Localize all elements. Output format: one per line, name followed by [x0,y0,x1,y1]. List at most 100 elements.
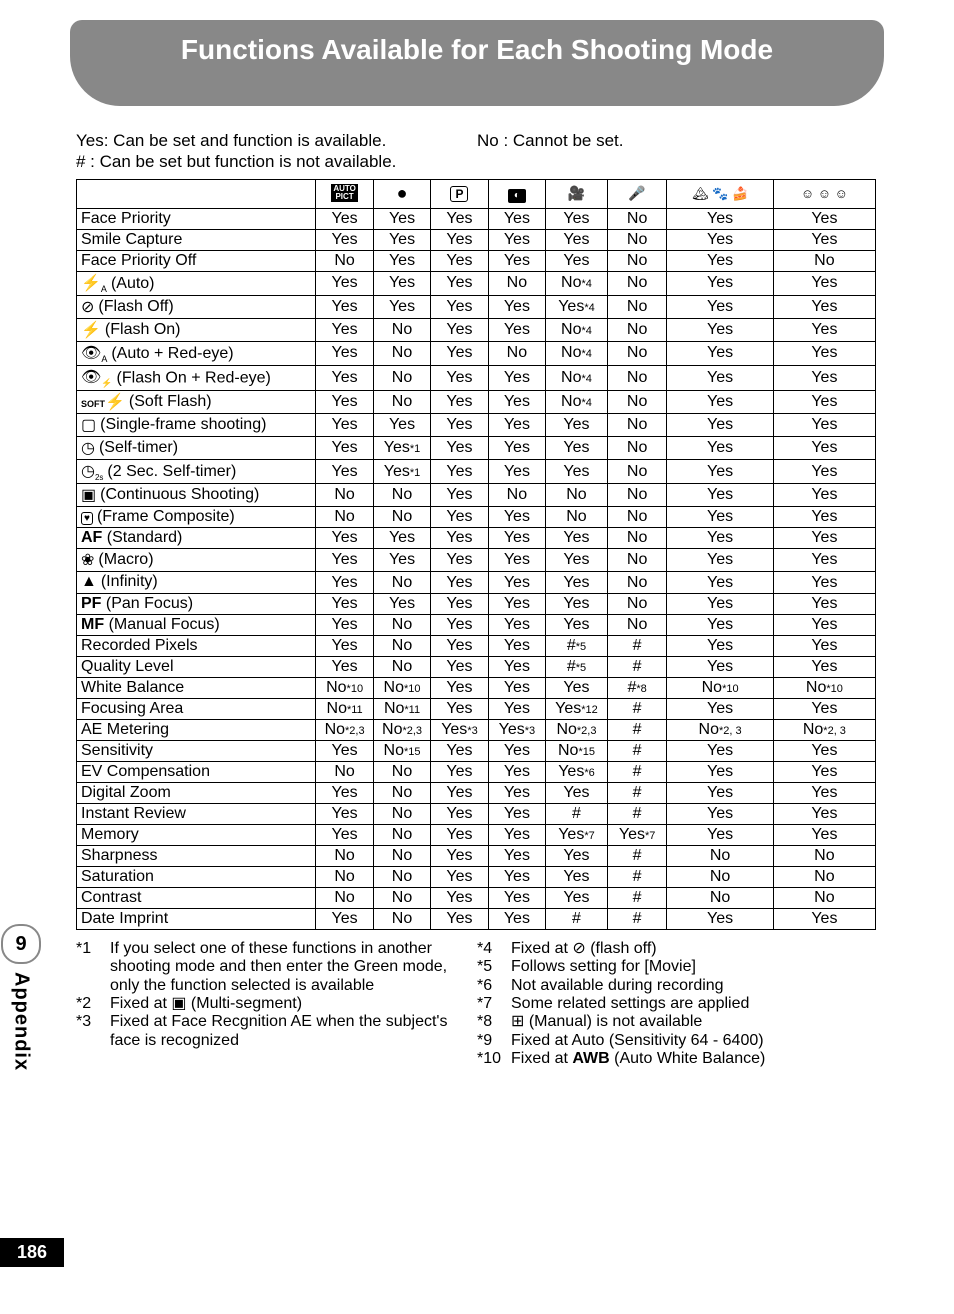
table-cell: Yes [667,414,773,437]
table-cell: Yes [431,437,488,460]
table-cell: Yes [488,437,545,460]
table-cell: No [488,484,545,507]
row-label: Digital Zoom [77,782,316,803]
table-cell: Yes [773,656,875,677]
table-cell: Yes [316,271,373,295]
footnote: *8⊞ (Manual) is not available [477,1013,878,1031]
table-cell: Yes [488,677,545,698]
table-cell: Yes [316,295,373,318]
flash-auto-icon: ⚡A [81,273,107,294]
row-label: Focusing Area [77,698,316,719]
table-cell: Yes [488,318,545,341]
table-cell: Yes [546,572,608,593]
table-cell: No*4 [546,318,608,341]
table-cell: Yes [773,572,875,593]
table-cell: No [316,507,373,528]
col-voice: 🎤 [607,179,667,208]
page-number: 186 [0,1238,64,1267]
table-cell: Yes [431,414,488,437]
row-label: ❀(Macro) [77,549,316,572]
table-cell: Yes [488,593,545,614]
table-cell: Yes [316,572,373,593]
table-row: ⚡(Flash On)YesNoYesYesNo*4NoYesYes [77,318,876,341]
table-cell: No [373,887,430,908]
table-cell: No [316,845,373,866]
table-cell: No [607,250,667,271]
chapter-label: Appendix [10,972,33,1071]
table-cell: No*11 [373,698,430,719]
table-cell: Yes [773,271,875,295]
table-row: PF (Pan Focus)YesYesYesYesYesNoYesYes [77,593,876,614]
row-label: White Balance [77,677,316,698]
row-label: ◷(Self-timer) [77,437,316,460]
table-cell: No*2,3 [316,719,373,740]
table-row: AF (Standard)YesYesYesYesYesNoYesYes [77,528,876,549]
table-cell: Yes [667,365,773,390]
table-cell: No*15 [373,740,430,761]
table-cell: No [607,460,667,484]
continuous-icon: ▣ [81,485,96,505]
table-cell: No [607,572,667,593]
table-cell: No*2,3 [546,719,608,740]
table-row: White BalanceNo*10No*10YesYesYes#*8No*10… [77,677,876,698]
footnote-text: Fixed at Face Recgnition AE when the sub… [110,1013,477,1050]
table-row: ▣(Continuous Shooting)NoNoYesNoNoNoYesYe… [77,484,876,507]
table-cell: Yes*1 [373,460,430,484]
table-cell: Yes [773,318,875,341]
table-cell: Yes [431,365,488,390]
table-row: ▢(Single-frame shooting)YesYesYesYesYesN… [77,414,876,437]
table-cell: No [373,908,430,929]
table-corner [77,179,316,208]
table-row: Focusing AreaNo*11No*11YesYesYes*12#YesY… [77,698,876,719]
table-cell: # [607,887,667,908]
table-row: ⚡A(Auto)YesYesYesNoNo*4NoYesYes [77,271,876,295]
table-cell: Yes [431,271,488,295]
table-cell: Yes [773,507,875,528]
table-row: 👁A(Auto + Red-eye)YesNoYesNoNo*4NoYesYes [77,341,876,365]
table-cell: No [373,635,430,656]
table-cell: No [373,866,430,887]
row-label: ⚡(Flash On) [77,318,316,341]
table-cell: Yes [773,824,875,845]
table-cell: No*4 [546,365,608,390]
table-cell: Yes [773,593,875,614]
table-cell: Yes [488,782,545,803]
table-cell: Yes [316,782,373,803]
table-row: ContrastNoNoYesYesYes#NoNo [77,887,876,908]
table-cell: No [773,250,875,271]
flash-auto-redeye-icon: 👁A [81,343,107,364]
table-cell: No [373,761,430,782]
footnote-text: Fixed at ⊘ (flash off) [511,940,878,958]
table-cell: Yes [431,250,488,271]
table-cell: No [373,341,430,365]
table-cell: # [607,656,667,677]
table-cell: Yes [773,635,875,656]
table-cell: Yes [773,414,875,437]
table-cell: No [607,341,667,365]
table-cell: # [607,698,667,719]
row-label: ▣(Continuous Shooting) [77,484,316,507]
table-cell: Yes [667,437,773,460]
table-cell: # [607,782,667,803]
table-cell: Yes*7 [607,824,667,845]
table-cell: No [607,295,667,318]
table-cell: # [607,740,667,761]
table-cell: Yes*3 [431,719,488,740]
row-label: PF (Pan Focus) [77,593,316,614]
table-cell: Yes [316,365,373,390]
table-cell: Yes [667,572,773,593]
table-cell: No [546,484,608,507]
table-cell: No [773,887,875,908]
table-cell: No [373,318,430,341]
table-cell: Yes [431,391,488,414]
table-cell: Yes [431,549,488,572]
table-cell: No [373,572,430,593]
table-cell: Yes*1 [373,437,430,460]
table-row: ◷(Self-timer)YesYes*1YesYesYesNoYesYes [77,437,876,460]
table-cell: Yes [667,484,773,507]
table-cell: Yes [488,866,545,887]
table-cell: Yes [488,614,545,635]
table-row: ♥(Frame Composite)NoNoYesYesNoNoYesYes [77,507,876,528]
table-cell: # [607,908,667,929]
row-label: Smile Capture [77,229,316,250]
